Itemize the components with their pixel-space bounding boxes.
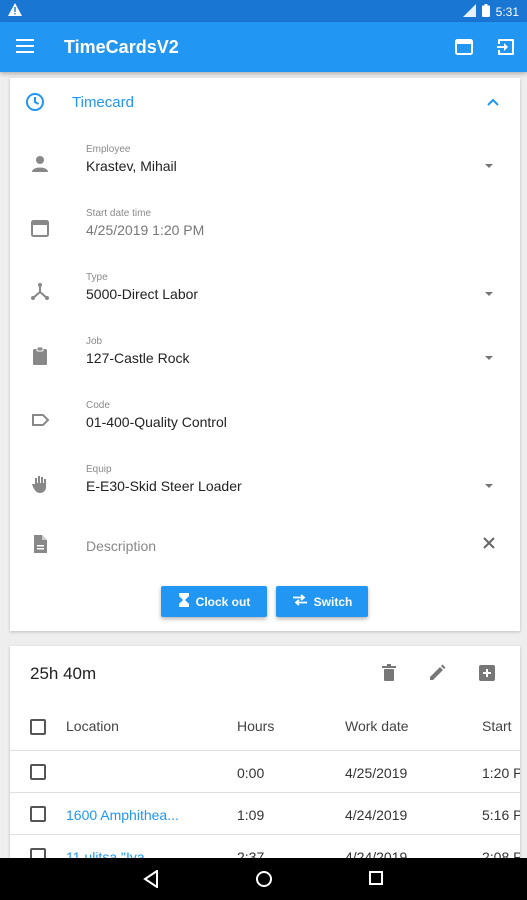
row-start: 1:20 P <box>482 765 520 781</box>
dropdown-arrow-icon[interactable] <box>484 348 494 366</box>
document-icon <box>30 534 50 554</box>
chevron-up-icon[interactable] <box>486 94 500 112</box>
add-box-icon[interactable] <box>476 662 498 684</box>
swap-arrows-icon <box>292 594 308 609</box>
person-icon <box>30 154 50 174</box>
total-hours: 25h 40m <box>30 664 97 683</box>
timecard-section-header[interactable]: Timecard <box>10 78 520 126</box>
equip-label: Equip <box>86 464 112 475</box>
switch-label: Switch <box>313 594 353 609</box>
description-input[interactable]: Description <box>86 538 156 554</box>
job-field[interactable]: Job 127-Castle Rock <box>10 332 520 396</box>
row-work-date: 4/24/2019 <box>345 807 408 823</box>
equip-field[interactable]: Equip E-E30-Skid Steer Loader <box>10 460 520 524</box>
row-location-link[interactable]: 1600 Amphithea... <box>66 807 179 823</box>
fork-icon <box>30 282 50 302</box>
column-header-hours[interactable]: Hours <box>237 718 274 734</box>
row-hours: 0:00 <box>237 765 265 781</box>
battery-icon <box>481 4 490 20</box>
recents-icon[interactable] <box>368 870 384 891</box>
row-work-date: 4/25/2019 <box>345 765 408 781</box>
dropdown-arrow-icon[interactable] <box>484 476 494 494</box>
hand-icon <box>30 474 50 494</box>
home-icon[interactable] <box>255 870 273 893</box>
column-header-start[interactable]: Start <box>482 718 512 734</box>
status-time: 5:31 <box>495 5 519 19</box>
column-header-location[interactable]: Location <box>66 718 119 734</box>
system-nav-bar <box>0 858 527 900</box>
select-all-checkbox[interactable] <box>30 719 46 735</box>
column-header-work-date[interactable]: Work date <box>345 718 409 734</box>
label-tag-icon <box>30 410 50 430</box>
status-bar: 5:31 <box>0 0 527 22</box>
row-checkbox[interactable] <box>30 764 46 780</box>
employee-field[interactable]: Employee Krastev, Mihail <box>10 140 520 204</box>
clipboard-icon <box>30 346 50 366</box>
signal-icon <box>462 4 476 20</box>
type-label: Type <box>86 272 108 283</box>
entries-card: 25h 40m Location Hours Work date Start 0… <box>10 646 520 866</box>
row-start: 5:16 P <box>482 807 520 823</box>
app-bar: TimeCardsV2 <box>0 22 527 72</box>
code-label: Code <box>86 400 110 411</box>
warning-icon <box>8 3 22 19</box>
calendar-icon <box>30 218 50 238</box>
clock-out-button[interactable]: Clock out <box>161 586 267 617</box>
start-datetime-field[interactable]: Start date time 4/25/2019 1:20 PM <box>10 204 520 268</box>
window-icon[interactable] <box>453 36 475 58</box>
timecard-section-title: Timecard <box>72 94 134 111</box>
timecard-card: Timecard Employee Krastev, Mihail Start … <box>10 78 520 631</box>
table-row[interactable]: 1600 Amphithea... 1:09 4/24/2019 5:16 P <box>10 792 520 834</box>
employee-value: Krastev, Mihail <box>86 158 177 174</box>
row-checkbox[interactable] <box>30 806 46 822</box>
start-datetime-label: Start date time <box>86 208 152 219</box>
job-label: Job <box>86 336 103 347</box>
edit-icon[interactable] <box>426 662 448 684</box>
app-title: TimeCardsV2 <box>64 37 179 57</box>
dropdown-arrow-icon[interactable] <box>484 284 494 302</box>
job-value: 127-Castle Rock <box>86 350 190 366</box>
start-datetime-value: 4/25/2019 1:20 PM <box>86 222 205 238</box>
clock-out-label: Clock out <box>195 594 251 609</box>
row-hours: 1:09 <box>237 807 265 823</box>
description-field[interactable]: Description <box>10 524 520 588</box>
code-field[interactable]: Code 01-400-Quality Control <box>10 396 520 460</box>
equip-value: E-E30-Skid Steer Loader <box>86 478 242 494</box>
employee-label: Employee <box>86 144 131 155</box>
delete-icon[interactable] <box>378 662 400 684</box>
close-icon[interactable] <box>480 534 498 557</box>
switch-button[interactable]: Switch <box>276 586 368 617</box>
menu-icon[interactable] <box>16 39 34 53</box>
back-icon[interactable] <box>143 869 159 893</box>
table-row[interactable]: 0:00 4/25/2019 1:20 P <box>10 750 520 792</box>
type-value: 5000-Direct Labor <box>86 286 199 302</box>
dropdown-arrow-icon[interactable] <box>484 156 494 174</box>
type-field[interactable]: Type 5000-Direct Labor <box>10 268 520 332</box>
hourglass-icon <box>178 593 190 610</box>
logout-icon[interactable] <box>495 36 517 58</box>
clock-icon <box>24 91 46 118</box>
code-value: 01-400-Quality Control <box>86 414 227 430</box>
